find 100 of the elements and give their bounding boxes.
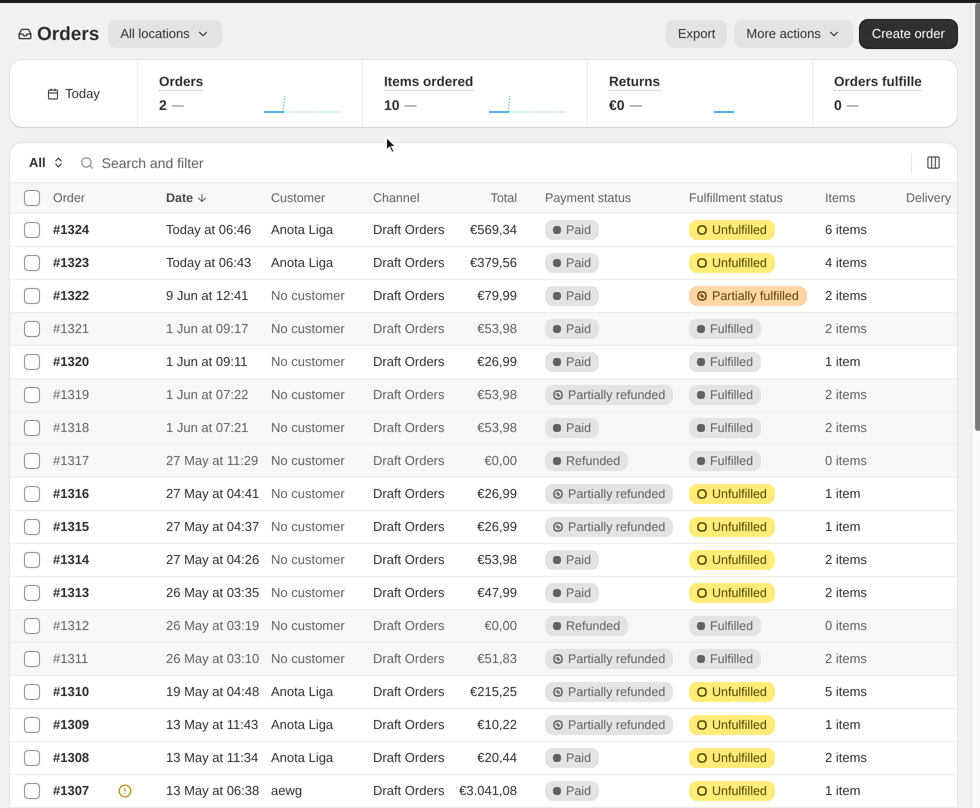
customer-name: No customer bbox=[271, 419, 345, 438]
sort-arrow-down-icon[interactable] bbox=[196, 192, 208, 204]
order-number[interactable]: #1307 bbox=[53, 781, 118, 801]
order-number[interactable]: #1320 bbox=[53, 352, 118, 372]
view-selector[interactable]: All bbox=[29, 152, 65, 172]
column-header[interactable]: Channel bbox=[373, 188, 420, 208]
status-label: Unfulfilled bbox=[712, 586, 767, 600]
status-label: Refunded bbox=[566, 620, 620, 632]
status-label: Fulfilled bbox=[710, 356, 754, 368]
sales-channel: Draft Orders bbox=[373, 683, 445, 702]
order-row[interactable]: #1317 27 May at 11:29 No customer Draft Orders €0,00 Refunded Fulfilled 0 items bbox=[10, 445, 957, 478]
row-checkbox[interactable] bbox=[24, 288, 40, 304]
row-checkbox[interactable] bbox=[24, 222, 40, 238]
order-date: 27 May at 11:29 bbox=[166, 452, 258, 470]
column-header[interactable]: Delivery bbox=[906, 188, 952, 208]
row-checkbox[interactable] bbox=[24, 486, 40, 502]
metric-value: €0 bbox=[609, 96, 625, 114]
order-number[interactable]: #1322 bbox=[53, 286, 118, 306]
order-date: 1 Jun at 09:11 bbox=[166, 353, 248, 372]
order-number[interactable]: #1323 bbox=[53, 253, 118, 273]
row-checkbox[interactable] bbox=[24, 618, 40, 634]
order-number[interactable]: #1315 bbox=[53, 517, 118, 537]
row-checkbox[interactable] bbox=[24, 684, 40, 700]
row-checkbox[interactable] bbox=[24, 585, 40, 601]
item-count: 1 item bbox=[825, 353, 860, 372]
action-button[interactable]: Create order bbox=[860, 20, 957, 48]
striped-circle-icon bbox=[697, 291, 707, 301]
row-checkbox[interactable] bbox=[24, 519, 40, 535]
order-date: 1 Jun at 09:17 bbox=[166, 320, 248, 338]
row-checkbox[interactable] bbox=[24, 387, 40, 403]
row-checkbox[interactable] bbox=[24, 783, 40, 799]
row-checkbox[interactable] bbox=[24, 255, 40, 271]
order-number[interactable]: #1309 bbox=[53, 715, 118, 735]
order-number[interactable]: #1312 bbox=[53, 616, 118, 636]
column-header[interactable]: Order bbox=[53, 188, 85, 208]
row-checkbox[interactable] bbox=[24, 354, 40, 370]
row-checkbox[interactable] bbox=[24, 420, 40, 436]
action-button[interactable]: Export bbox=[666, 20, 728, 48]
column-header[interactable]: Total bbox=[490, 188, 517, 208]
customer-name: No customer bbox=[271, 485, 345, 504]
status-label: Paid bbox=[566, 784, 592, 798]
column-header[interactable]: Date bbox=[166, 188, 194, 208]
sales-channel: Draft Orders bbox=[373, 452, 445, 470]
status-label: Paid bbox=[566, 752, 592, 764]
select-all-checkbox[interactable] bbox=[24, 190, 40, 206]
customer-name: No customer bbox=[271, 386, 345, 404]
metric-label[interactable]: Orders bbox=[159, 73, 204, 91]
order-row[interactable]: #1318 1 Jun at 07:21 No customer Draft Orders €53,98 Paid Fulfilled 2 items bbox=[10, 412, 957, 445]
metric-label[interactable]: Items ordered bbox=[384, 73, 474, 91]
metric-label[interactable]: Orders fulfille bbox=[834, 73, 922, 91]
row-checkbox[interactable] bbox=[24, 552, 40, 568]
item-count: 2 items bbox=[825, 551, 867, 570]
order-total: €3.041,08 bbox=[459, 782, 517, 800]
row-checkbox[interactable] bbox=[24, 321, 40, 337]
columns-icon bbox=[926, 155, 942, 170]
customer-name: No customer bbox=[271, 287, 345, 306]
order-number[interactable]: #1314 bbox=[53, 550, 118, 570]
order-row[interactable]: #1319 1 Jun at 07:22 No customer Draft Orders €53,98 Partially refunded Fulfilled 2 items bbox=[10, 379, 957, 412]
order-number[interactable]: #1308 bbox=[53, 748, 118, 768]
scrollbar-thumb[interactable] bbox=[975, 3, 980, 431]
row-checkbox[interactable] bbox=[24, 717, 40, 733]
action-button[interactable]: More actions bbox=[734, 20, 853, 48]
order-number[interactable]: #1318 bbox=[53, 418, 118, 438]
order-number[interactable]: #1311 bbox=[53, 649, 118, 669]
order-total: €215,25 bbox=[470, 683, 517, 702]
order-number[interactable]: #1317 bbox=[53, 451, 118, 471]
column-header[interactable]: Fulfillment status bbox=[689, 188, 783, 208]
customer-name: No customer bbox=[271, 452, 345, 470]
order-number[interactable]: #1319 bbox=[53, 385, 118, 405]
order-number[interactable]: #1310 bbox=[53, 682, 118, 702]
trend-dash: — bbox=[630, 97, 642, 114]
striped-circle-icon bbox=[553, 687, 563, 697]
row-checkbox[interactable] bbox=[24, 651, 40, 667]
item-count: 2 items bbox=[825, 419, 867, 438]
order-date: 26 May at 03:35 bbox=[166, 584, 260, 602]
order-number[interactable]: #1316 bbox=[53, 484, 118, 504]
date-range-button[interactable]: Today bbox=[10, 60, 138, 128]
row-checkbox[interactable] bbox=[24, 453, 40, 469]
order-number[interactable]: #1321 bbox=[53, 319, 118, 339]
search-field[interactable]: Search and filter bbox=[102, 150, 382, 175]
status-label: Fulfilled bbox=[710, 422, 754, 434]
metric-label[interactable]: Returns bbox=[609, 73, 660, 91]
column-header[interactable]: Customer bbox=[271, 188, 326, 208]
status-label: Fulfilled bbox=[710, 388, 754, 402]
column-header[interactable]: Items bbox=[825, 188, 856, 208]
status-label: Unfulfilled bbox=[712, 224, 767, 236]
order-row[interactable]: #1311 26 May at 03:10 No customer Draft Orders €51,83 Partially refunded Fulfilled 2 items bbox=[10, 643, 957, 676]
status-label: Paid bbox=[566, 356, 592, 368]
location-dropdown[interactable]: All locations bbox=[108, 20, 222, 48]
customer-name: No customer bbox=[271, 518, 345, 536]
order-number[interactable]: #1313 bbox=[53, 583, 118, 603]
order-row[interactable]: #1321 1 Jun at 09:17 No customer Draft Orders €53,98 Paid Fulfilled 2 items bbox=[10, 313, 957, 346]
row-checkbox[interactable] bbox=[24, 750, 40, 766]
order-date: Today at 06:43 bbox=[166, 254, 252, 272]
status-label: Partially refunded bbox=[568, 488, 666, 500]
column-header[interactable]: Payment status bbox=[545, 188, 632, 208]
order-total: €20,44 bbox=[477, 749, 517, 768]
order-number[interactable]: #1324 bbox=[53, 220, 118, 240]
order-row[interactable]: #1312 26 May at 03:19 No customer Draft Orders €0,00 Refunded Fulfilled 0 items bbox=[10, 610, 957, 643]
order-total: €0,00 bbox=[484, 452, 517, 470]
